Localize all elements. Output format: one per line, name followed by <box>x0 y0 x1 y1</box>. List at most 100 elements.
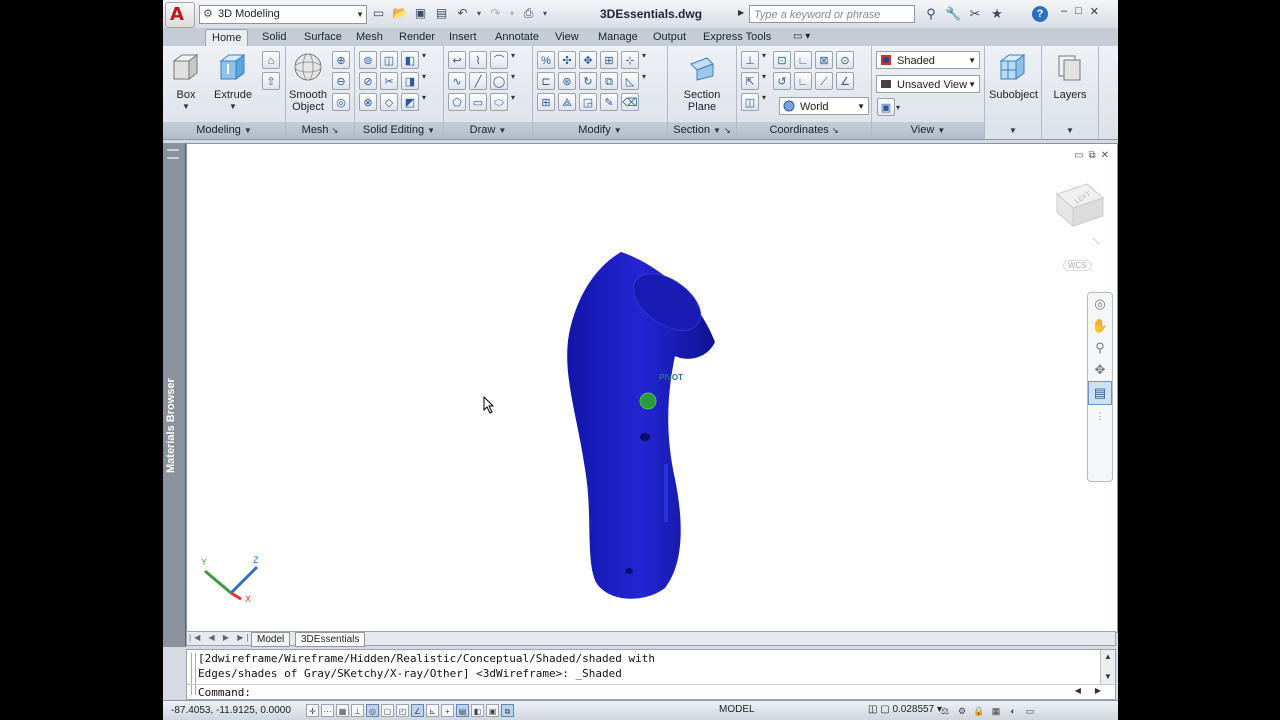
scale-icon[interactable]: ◲ <box>579 93 597 111</box>
panel-title-coordinates[interactable]: Coordinates ↘ <box>737 122 871 139</box>
tab-model[interactable]: Model <box>251 632 291 647</box>
panel-title-modeling[interactable]: Modeling ▼ <box>163 122 285 139</box>
subobject-expand[interactable]: ▼ <box>985 122 1041 139</box>
tab-express-tools[interactable]: Express Tools <box>697 29 777 46</box>
tab-insert[interactable]: Insert <box>443 29 483 46</box>
viewport-restore-button[interactable]: ⧉ <box>1088 150 1095 161</box>
favorites-star-icon[interactable]: ★ <box>989 6 1005 22</box>
new-file-icon[interactable]: ▭ <box>370 5 387 22</box>
scroll-right-icon[interactable]: ▶ <box>1095 686 1101 695</box>
intersect-icon[interactable]: ⊗ <box>359 93 377 111</box>
wcs-menu[interactable]: WCS <box>1063 260 1092 271</box>
command-hscroll[interactable]: ◀ ▶ <box>1075 686 1101 695</box>
plot-icon[interactable]: ⎙ <box>520 5 537 22</box>
box-button[interactable]: Box ▼ <box>169 52 203 113</box>
snap-mode-icon[interactable]: ⋯ <box>321 704 334 717</box>
search-input[interactable]: Type a keyword or phrase <box>749 5 915 23</box>
ucs-world-icon[interactable]: ⊡ <box>773 51 791 69</box>
3d-rotate-icon[interactable]: ✥ <box>579 51 597 69</box>
union-icon[interactable]: ⊚ <box>359 51 377 69</box>
tab-render[interactable]: Render <box>393 29 441 46</box>
application-menu-button[interactable]: A <box>165 2 195 28</box>
palette-grip[interactable] <box>167 149 179 159</box>
panel-title-modify[interactable]: Modify ▼ <box>533 122 667 139</box>
save-icon[interactable]: ▣ <box>412 5 429 22</box>
arc-icon[interactable]: ⌒ <box>490 51 508 69</box>
spline-icon[interactable]: ∿ <box>448 72 466 90</box>
extrude-faces-icon[interactable]: ◧ <box>401 51 419 69</box>
layers-expand[interactable]: ▼ <box>1042 122 1098 139</box>
erase-icon[interactable]: ⌫ <box>621 93 639 111</box>
command-input-line[interactable]: Command: ◀ ▶ <box>187 684 1115 700</box>
hardware-acceleration-icon[interactable]: ▦ <box>989 704 1003 718</box>
binoculars-icon[interactable]: ⚲ <box>923 6 939 22</box>
named-view-selector[interactable]: Unsaved View ▼ <box>876 75 980 93</box>
grid-display-icon[interactable]: ▦ <box>336 704 349 717</box>
pan-hand-icon[interactable]: ✋ <box>1088 315 1112 337</box>
lock-icon[interactable]: 🔒 <box>972 704 986 718</box>
lineweight-icon[interactable]: ▤ <box>456 704 469 717</box>
tab-view[interactable]: View <box>549 29 585 46</box>
zoom-icon[interactable]: ⚲ <box>1088 337 1112 359</box>
imprint-icon[interactable]: ◩ <box>401 93 419 111</box>
panel-title-mesh[interactable]: Mesh ↘ <box>286 122 354 139</box>
shell-icon[interactable]: ◇ <box>380 93 398 111</box>
viewcube[interactable]: LEFT <box>1043 176 1113 256</box>
subobject-button[interactable]: Subobject <box>989 52 1038 101</box>
object-snap-icon[interactable]: ▢ <box>381 704 394 717</box>
dynamic-ucs-icon[interactable]: ⊾ <box>426 704 439 717</box>
annotation-scale[interactable]: ◫ ▢ 0.028557 ▾ <box>868 704 942 715</box>
match-properties-icon[interactable]: ✎ <box>600 93 618 111</box>
command-line-window[interactable]: [2dwireframe/Wireframe/Hidden/Realistic/… <box>186 649 1116 700</box>
panel-title-solid-editing[interactable]: Solid Editing ▼ <box>355 122 443 139</box>
redo-icon[interactable]: ↷ <box>487 5 504 22</box>
close-button[interactable]: ✕ <box>1090 5 1099 18</box>
circle-icon[interactable]: ◯ <box>490 72 508 90</box>
section-plane-button[interactable]: Section Plane <box>678 52 726 113</box>
copy-icon[interactable]: ⧉ <box>600 72 618 90</box>
transparency-icon[interactable]: ◧ <box>471 704 484 717</box>
slice-icon[interactable]: ✂ <box>380 72 398 90</box>
tab-mesh[interactable]: Mesh <box>350 29 389 46</box>
materials-browser-palette[interactable]: Materials Browser <box>163 143 186 647</box>
expand-search-icon[interactable]: ▶ <box>738 8 744 17</box>
qat-customize-icon[interactable]: ▾ <box>541 5 549 22</box>
offset-icon[interactable]: ⊹ <box>621 51 639 69</box>
isolate-objects-icon[interactable]: ◐ <box>1006 704 1020 718</box>
workspace-selector[interactable]: ⚙ 3D Modeling ▼ <box>199 5 367 24</box>
layers-button[interactable]: Layers <box>1046 52 1094 101</box>
ortho-mode-icon[interactable]: ⊥ <box>351 704 364 717</box>
chamfer-icon[interactable]: ◺ <box>621 72 639 90</box>
polygon-icon[interactable]: ⬠ <box>448 93 466 111</box>
mesh-refine-icon[interactable]: ◎ <box>332 93 350 111</box>
presspull-icon[interactable]: ⇧ <box>262 72 280 90</box>
3d-object-snap-icon[interactable]: ◰ <box>396 704 409 717</box>
tab-output[interactable]: Output <box>647 29 692 46</box>
workspace-switch-icon[interactable]: ⚙ <box>955 704 969 718</box>
steering-wheel-icon[interactable]: ◎ <box>1088 293 1112 315</box>
annotation-visibility-icon[interactable]: ⚖ <box>938 704 952 718</box>
extract-edges-icon[interactable]: ◫ <box>380 51 398 69</box>
array-icon[interactable]: ⊞ <box>537 93 555 111</box>
ucs-previous-icon[interactable]: ↺ <box>773 72 791 90</box>
tab-solid[interactable]: Solid <box>256 29 292 46</box>
panel-title-draw[interactable]: Draw ▼ <box>444 122 532 139</box>
clean-screen-icon[interactable]: ▭ <box>1023 704 1037 718</box>
align-icon[interactable]: ⊞ <box>600 51 618 69</box>
help-icon[interactable]: ? <box>1032 6 1048 22</box>
viewport-minimize-button[interactable]: ▭ <box>1074 150 1083 161</box>
ucs-z-icon[interactable]: ⟋ <box>815 72 833 90</box>
mesh-smooth-less-icon[interactable]: ⊖ <box>332 72 350 90</box>
undo-icon[interactable]: ↶ <box>454 5 471 22</box>
quick-properties-icon[interactable]: ▣ <box>486 704 499 717</box>
scroll-left-icon[interactable]: ◀ <box>1075 686 1081 695</box>
ucs-selector[interactable]: World ▼ <box>779 97 869 115</box>
ucs-origin-icon[interactable]: ⊙ <box>836 51 854 69</box>
undo-dropdown-icon[interactable]: ▾ <box>475 5 483 22</box>
tab-annotate[interactable]: Annotate <box>489 29 545 46</box>
separate-icon[interactable]: ◨ <box>401 72 419 90</box>
open-folder-icon[interactable]: 📂 <box>391 5 408 22</box>
layout-tab-nav-icons[interactable]: |◀ ◀ ▶ ▶| <box>189 633 251 642</box>
3d-move-icon[interactable]: ✣ <box>558 51 576 69</box>
tab-surface[interactable]: Surface <box>298 29 348 46</box>
